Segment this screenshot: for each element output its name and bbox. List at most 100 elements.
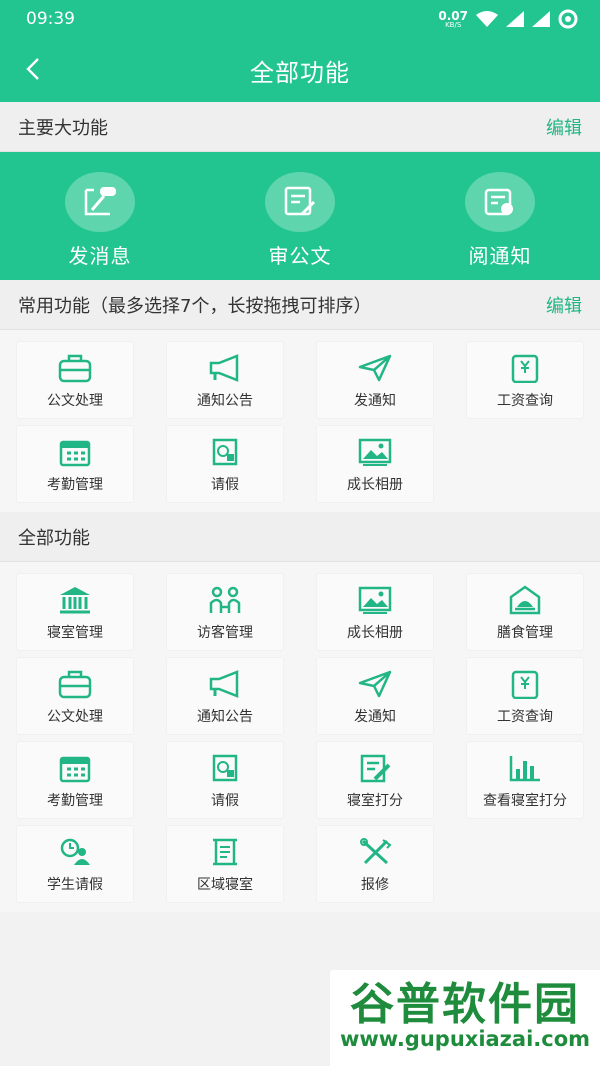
function-tile-attendance[interactable]: 考勤管理 bbox=[17, 426, 133, 502]
function-label: 膳食管理 bbox=[497, 625, 553, 641]
function-tile-dorm-management[interactable]: 寝室管理 bbox=[17, 574, 133, 650]
megaphone-icon bbox=[205, 350, 245, 386]
function-tile-student-leave[interactable]: 学生请假 bbox=[17, 826, 133, 902]
common-section-title: 常用功能（最多选择7个，长按拖拽可排序） bbox=[18, 295, 372, 317]
function-label: 成长相册 bbox=[347, 625, 403, 641]
function-tile-repair[interactable]: 报修 bbox=[317, 826, 433, 902]
network-speed-value: 0.07 bbox=[438, 8, 468, 23]
watermark-logo: 谷普软件园 www.gupuxiazai.com bbox=[330, 970, 600, 1066]
wifi-icon bbox=[476, 11, 498, 27]
common-edit-button[interactable]: 编辑 bbox=[546, 292, 582, 318]
function-label: 访客管理 bbox=[197, 625, 253, 641]
function-label: 工资查询 bbox=[497, 709, 553, 725]
signal-icon bbox=[506, 11, 524, 27]
calendar-icon bbox=[55, 434, 95, 470]
function-label: 公文处理 bbox=[47, 393, 103, 409]
briefcase-icon bbox=[55, 666, 95, 702]
function-label: 请假 bbox=[211, 477, 239, 493]
function-tile-leave[interactable]: 请假 bbox=[167, 426, 283, 502]
building-icon bbox=[55, 582, 95, 618]
student-clock-icon bbox=[55, 834, 95, 870]
function-label: 考勤管理 bbox=[47, 477, 103, 493]
main-item-label: 审公文 bbox=[268, 244, 332, 268]
main-functions-band: 发消息 审公文 阅通知 bbox=[0, 152, 600, 280]
bar-chart-icon bbox=[505, 750, 545, 786]
network-speed: 0.07 KB/S bbox=[438, 10, 468, 29]
function-tile-area-dorm[interactable]: 区域寝室 bbox=[167, 826, 283, 902]
function-label: 寝室管理 bbox=[47, 625, 103, 641]
function-tile-growth-album[interactable]: 成长相册 bbox=[317, 426, 433, 502]
main-item-read-notice[interactable]: 阅通知 bbox=[400, 152, 600, 280]
paper-plane-icon bbox=[355, 666, 395, 702]
function-tile-dorm-scoring[interactable]: 寝室打分 bbox=[317, 742, 433, 818]
main-item-review-document[interactable]: 审公文 bbox=[200, 152, 400, 280]
signal-icon-2 bbox=[532, 11, 550, 27]
notice-icon bbox=[465, 172, 535, 232]
battery-ring-icon bbox=[558, 9, 578, 29]
common-functions-grid: 公文处理 通知公告 发通知 工资查询 考勤管理 请假 成长相册 bbox=[0, 330, 600, 512]
function-label: 公文处理 bbox=[47, 709, 103, 725]
photo-album-icon bbox=[355, 582, 395, 618]
function-label: 查看寝室打分 bbox=[483, 793, 567, 809]
function-tile-leave[interactable]: 请假 bbox=[167, 742, 283, 818]
function-tile-send-notice[interactable]: 发通知 bbox=[317, 658, 433, 734]
leave-icon bbox=[205, 750, 245, 786]
document-edit-icon bbox=[265, 172, 335, 232]
photo-album-icon bbox=[355, 434, 395, 470]
top-navigation-bar: 全部功能 bbox=[0, 38, 600, 102]
all-section-title: 全部功能 bbox=[18, 527, 90, 549]
watermark-url: www.gupuxiazai.com bbox=[339, 1027, 591, 1052]
scroll-icon bbox=[205, 834, 245, 870]
function-tile-visitor-management[interactable]: 访客管理 bbox=[167, 574, 283, 650]
function-label: 成长相册 bbox=[347, 477, 403, 493]
function-tile-salary-query[interactable]: 工资查询 bbox=[467, 658, 583, 734]
page-title: 全部功能 bbox=[250, 58, 350, 87]
leave-icon bbox=[205, 434, 245, 470]
main-item-label: 阅通知 bbox=[468, 244, 532, 268]
function-tile-document-processing[interactable]: 公文处理 bbox=[17, 342, 133, 418]
status-bar: 09:39 0.07 KB/S bbox=[0, 0, 600, 38]
function-tile-announcement[interactable]: 通知公告 bbox=[167, 658, 283, 734]
salary-icon bbox=[505, 350, 545, 386]
status-icons: 0.07 KB/S bbox=[438, 9, 578, 29]
common-section-header: 常用功能（最多选择7个，长按拖拽可排序） 编辑 bbox=[0, 280, 600, 330]
back-button[interactable] bbox=[18, 52, 48, 86]
watermark-text: 谷普软件园 bbox=[350, 979, 580, 1031]
function-tile-send-notice[interactable]: 发通知 bbox=[317, 342, 433, 418]
function-label: 请假 bbox=[211, 793, 239, 809]
all-section-header: 全部功能 bbox=[0, 512, 600, 562]
all-functions-grid: 寝室管理 访客管理 成长相册 膳食管理 公文处理 通知公告 发通知 工资查询 考… bbox=[0, 562, 600, 912]
megaphone-icon bbox=[205, 666, 245, 702]
function-label: 寝室打分 bbox=[347, 793, 403, 809]
tools-icon bbox=[355, 834, 395, 870]
main-section-title: 主要大功能 bbox=[18, 117, 108, 139]
function-tile-meal-management[interactable]: 膳食管理 bbox=[467, 574, 583, 650]
main-section-header: 主要大功能 编辑 bbox=[0, 102, 600, 152]
briefcase-icon bbox=[55, 350, 95, 386]
function-label: 发通知 bbox=[354, 709, 396, 725]
meal-icon bbox=[505, 582, 545, 618]
function-label: 通知公告 bbox=[197, 709, 253, 725]
function-label: 发通知 bbox=[354, 393, 396, 409]
function-label: 通知公告 bbox=[197, 393, 253, 409]
network-speed-unit: KB/S bbox=[445, 20, 462, 29]
function-label: 工资查询 bbox=[497, 393, 553, 409]
main-item-send-message[interactable]: 发消息 bbox=[0, 152, 200, 280]
main-edit-button[interactable]: 编辑 bbox=[546, 114, 582, 140]
function-label: 报修 bbox=[361, 877, 389, 893]
function-tile-attendance[interactable]: 考勤管理 bbox=[17, 742, 133, 818]
score-edit-icon bbox=[355, 750, 395, 786]
salary-icon bbox=[505, 666, 545, 702]
function-label: 区域寝室 bbox=[197, 877, 253, 893]
visitors-icon bbox=[205, 582, 245, 618]
function-tile-growth-album[interactable]: 成长相册 bbox=[317, 574, 433, 650]
function-label: 考勤管理 bbox=[47, 793, 103, 809]
function-label: 学生请假 bbox=[47, 877, 103, 893]
function-tile-announcement[interactable]: 通知公告 bbox=[167, 342, 283, 418]
function-tile-view-dorm-scores[interactable]: 查看寝室打分 bbox=[467, 742, 583, 818]
chat-pen-icon bbox=[65, 172, 135, 232]
function-tile-salary-query[interactable]: 工资查询 bbox=[467, 342, 583, 418]
paper-plane-icon bbox=[355, 350, 395, 386]
function-tile-document-processing[interactable]: 公文处理 bbox=[17, 658, 133, 734]
status-time: 09:39 bbox=[26, 9, 75, 29]
